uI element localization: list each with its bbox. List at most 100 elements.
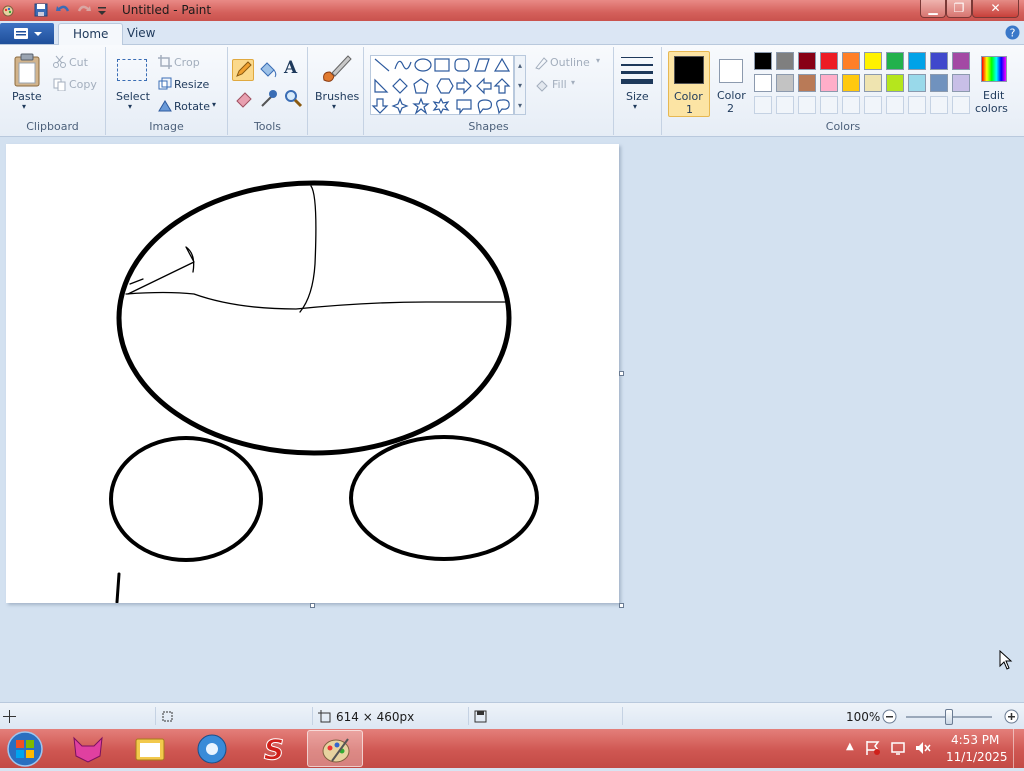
curve-shape-icon[interactable] xyxy=(394,60,412,70)
palette-swatch[interactable] xyxy=(842,52,860,70)
up-arrow-shape-icon[interactable] xyxy=(493,78,511,94)
undo-icon[interactable] xyxy=(55,2,71,18)
brush-icon[interactable] xyxy=(318,52,352,86)
palette-swatch[interactable] xyxy=(930,52,948,70)
fill-bucket-icon[interactable] xyxy=(258,60,278,80)
taskbar-app-1[interactable] xyxy=(60,730,116,767)
action-center-flag-icon[interactable] xyxy=(864,740,882,756)
customize-quick-access-icon[interactable] xyxy=(96,2,108,18)
resize-button[interactable]: Resize xyxy=(174,78,209,91)
help-icon[interactable]: ? xyxy=(1005,25,1020,40)
magnifier-icon[interactable] xyxy=(283,88,303,108)
network-icon[interactable] xyxy=(890,740,908,756)
resize-handle-bottom[interactable] xyxy=(310,603,315,608)
palette-swatch[interactable] xyxy=(864,74,882,92)
palette-custom-slot[interactable] xyxy=(820,96,838,114)
redo-icon[interactable] xyxy=(76,2,92,18)
drawing-canvas[interactable] xyxy=(6,144,619,604)
palette-custom-slot[interactable] xyxy=(776,96,794,114)
palette-swatch[interactable] xyxy=(820,74,838,92)
fill-dropdown-icon[interactable]: ▾ xyxy=(571,78,575,87)
paint-menu-button[interactable] xyxy=(0,23,54,44)
size-button[interactable]: Size xyxy=(626,90,649,103)
save-icon[interactable] xyxy=(33,2,49,18)
triangle-shape-icon[interactable] xyxy=(493,57,511,72)
palette-swatch[interactable] xyxy=(886,74,904,92)
size-icon[interactable] xyxy=(620,53,654,87)
paste-dropdown-icon[interactable]: ▾ xyxy=(22,102,26,111)
palette-swatch[interactable] xyxy=(798,74,816,92)
taskbar-explorer[interactable] xyxy=(122,730,178,767)
resize-handle-right[interactable] xyxy=(619,371,624,376)
rectangle-shape-icon[interactable] xyxy=(434,58,450,72)
select-icon[interactable] xyxy=(117,59,147,81)
start-button[interactable] xyxy=(6,730,44,768)
palette-custom-slot[interactable] xyxy=(930,96,948,114)
maximize-button[interactable]: ❐ xyxy=(946,0,972,18)
rotate-dropdown-icon[interactable]: ▾ xyxy=(212,100,216,109)
shapes-gallery-scroll[interactable]: ▴ ▾ ▾ xyxy=(514,55,526,115)
scroll-up-icon[interactable]: ▴ xyxy=(515,56,525,76)
taskbar-paint[interactable] xyxy=(307,730,363,767)
cut-button[interactable]: Cut xyxy=(69,56,88,69)
palette-swatch[interactable] xyxy=(864,52,882,70)
gallery-expand-icon[interactable]: ▾ xyxy=(515,96,525,116)
taskbar-app-s[interactable]: S xyxy=(246,730,302,767)
five-point-star-shape-icon[interactable] xyxy=(412,97,430,115)
right-triangle-shape-icon[interactable] xyxy=(374,78,389,93)
show-desktop-button[interactable] xyxy=(1013,729,1024,768)
rotate-button[interactable]: Rotate xyxy=(174,100,210,113)
hexagon-shape-icon[interactable] xyxy=(436,78,454,94)
palette-swatch[interactable] xyxy=(930,74,948,92)
resize-handle-corner[interactable] xyxy=(619,603,624,608)
brushes-button[interactable]: Brushes xyxy=(315,90,359,103)
zoom-out-icon[interactable] xyxy=(882,709,897,724)
palette-custom-slot[interactable] xyxy=(952,96,970,114)
diamond-shape-icon[interactable] xyxy=(392,78,408,94)
palette-swatch[interactable] xyxy=(820,52,838,70)
oval-callout-shape-icon[interactable] xyxy=(477,99,492,115)
color1-button[interactable]: Color 1 xyxy=(668,51,710,117)
paste-icon[interactable] xyxy=(12,53,42,87)
show-hidden-icons[interactable]: ▲ xyxy=(846,741,854,752)
color-picker-icon[interactable] xyxy=(259,88,279,108)
palette-swatch[interactable] xyxy=(952,74,970,92)
palette-custom-slot[interactable] xyxy=(908,96,926,114)
four-point-star-shape-icon[interactable] xyxy=(391,97,409,115)
six-point-star-shape-icon[interactable] xyxy=(432,97,450,115)
palette-custom-slot[interactable] xyxy=(864,96,882,114)
palette-custom-slot[interactable] xyxy=(754,96,772,114)
copy-button[interactable]: Copy xyxy=(69,78,97,91)
palette-custom-slot[interactable] xyxy=(842,96,860,114)
palette-swatch[interactable] xyxy=(886,52,904,70)
left-arrow-shape-icon[interactable] xyxy=(476,77,492,95)
zoom-in-icon[interactable] xyxy=(1004,709,1019,724)
select-button[interactable]: Select xyxy=(116,90,150,103)
rounded-rectangle-shape-icon[interactable] xyxy=(454,58,470,72)
palette-swatch[interactable] xyxy=(798,52,816,70)
palette-swatch[interactable] xyxy=(842,74,860,92)
brushes-dropdown-icon[interactable]: ▾ xyxy=(332,102,336,111)
zoom-slider-thumb[interactable] xyxy=(945,709,953,725)
outline-dropdown-icon[interactable]: ▾ xyxy=(596,56,600,65)
palette-swatch[interactable] xyxy=(754,74,772,92)
line-shape-icon[interactable] xyxy=(374,58,390,72)
volume-muted-icon[interactable] xyxy=(914,740,932,756)
taskbar-browser[interactable] xyxy=(184,730,240,767)
tab-view[interactable]: View xyxy=(113,23,169,45)
palette-swatch[interactable] xyxy=(908,74,926,92)
palette-swatch[interactable] xyxy=(776,52,794,70)
clock-time[interactable]: 4:53 PM xyxy=(951,733,999,747)
pencil-tool[interactable] xyxy=(232,59,254,81)
size-dropdown-icon[interactable]: ▾ xyxy=(633,102,637,111)
outline-button[interactable]: Outline xyxy=(550,56,590,69)
scroll-down-icon[interactable]: ▾ xyxy=(515,76,525,96)
palette-swatch[interactable] xyxy=(908,52,926,70)
select-dropdown-icon[interactable]: ▾ xyxy=(128,102,132,111)
color2-button[interactable]: Color 2 xyxy=(712,51,752,117)
minimize-button[interactable]: ▁ xyxy=(920,0,946,18)
crop-button[interactable]: Crop xyxy=(174,56,200,69)
paint-app-icon[interactable] xyxy=(1,2,17,18)
cloud-callout-shape-icon[interactable] xyxy=(496,99,510,115)
palette-swatch[interactable] xyxy=(952,52,970,70)
